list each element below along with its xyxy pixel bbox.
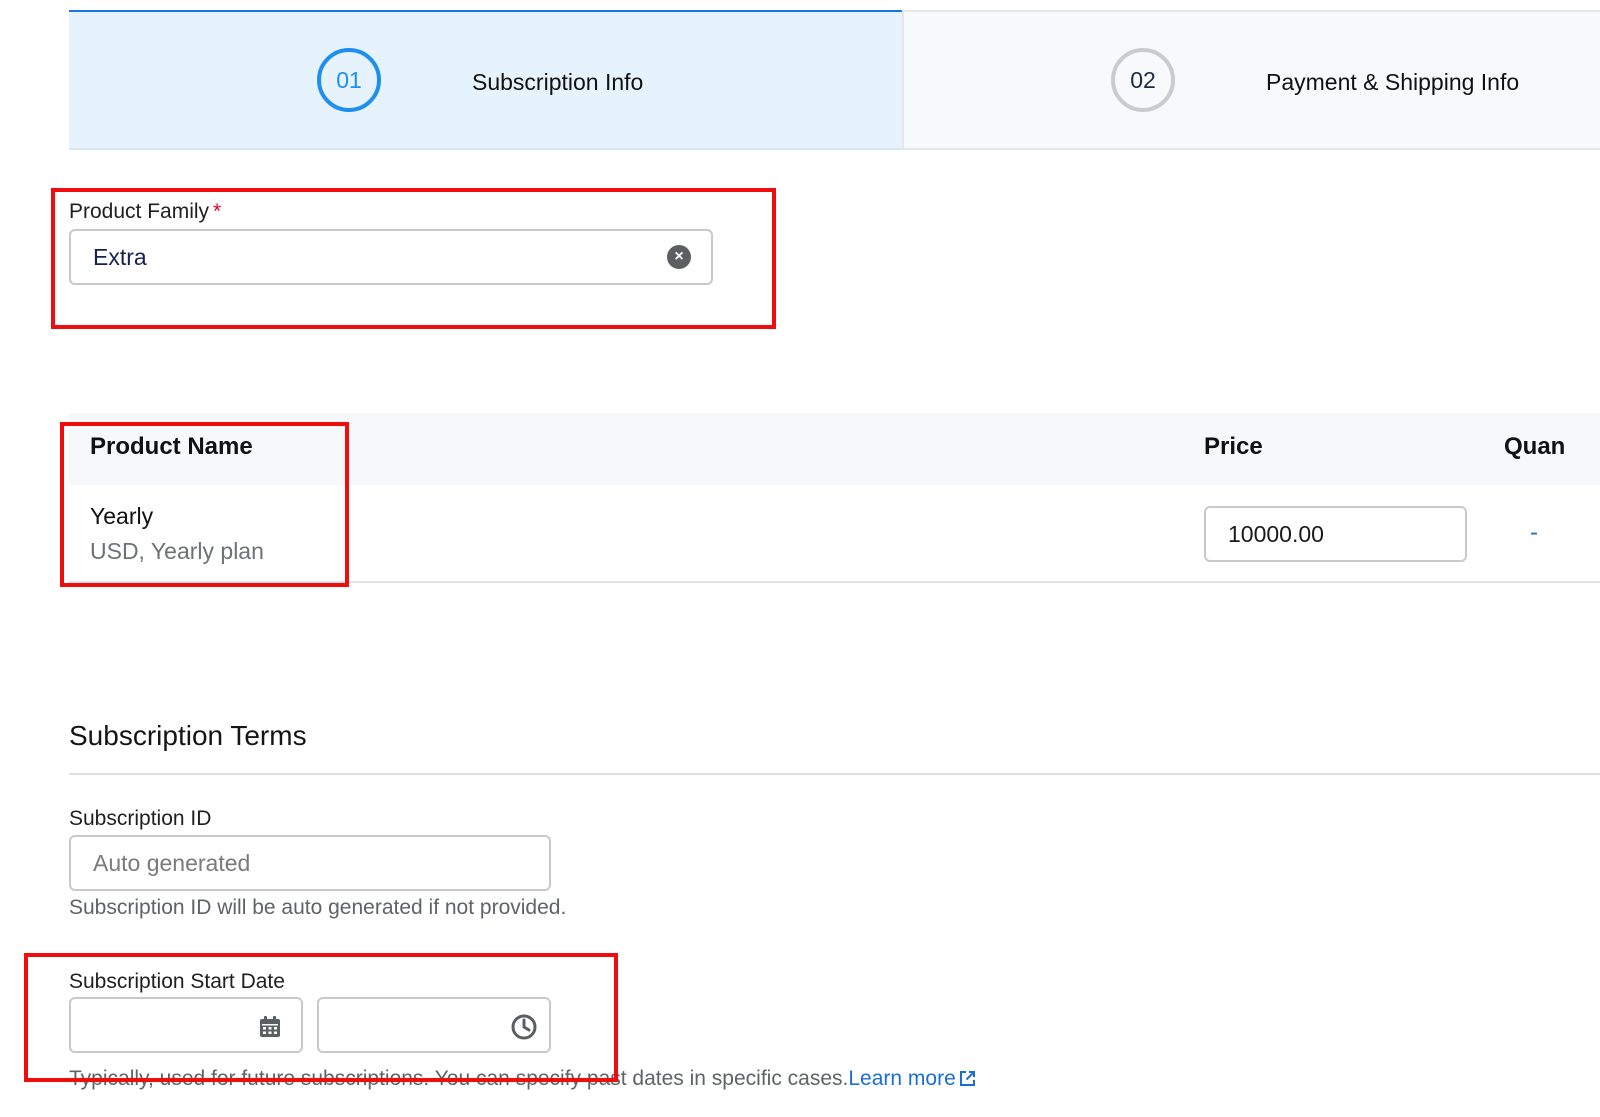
step-label: Payment & Shipping Info (1266, 69, 1520, 95)
product-family-label-text: Product Family (69, 200, 210, 223)
step-number-circle: 02 (1111, 48, 1175, 112)
column-quantity: Quan (1504, 433, 1566, 460)
step-payment-shipping-info[interactable]: 02 Payment & Shipping Info (902, 10, 1600, 150)
product-subtitle: USD, Yearly plan (90, 538, 264, 564)
step-label: Subscription Info (472, 69, 644, 95)
section-divider (69, 773, 1600, 775)
subscription-id-help: Subscription ID will be auto generated i… (69, 896, 567, 919)
required-marker: * (213, 200, 222, 223)
product-table-header: Product Name Price Quan (69, 413, 1600, 485)
subscription-id-input[interactable] (69, 835, 551, 891)
calendar-icon[interactable] (259, 1016, 281, 1038)
row-divider (69, 581, 1600, 583)
column-price: Price (1204, 433, 1263, 460)
product-family-label: Product Family * (69, 200, 221, 224)
product-name: Yearly (90, 503, 154, 529)
product-family-select[interactable]: Extra × (69, 229, 713, 285)
step-subscription-info[interactable]: 01 Subscription Info (69, 10, 902, 150)
start-date-help: Typically, used for future subscriptions… (69, 1067, 976, 1091)
price-input[interactable] (1204, 506, 1467, 562)
subscription-id-label: Subscription ID (69, 807, 212, 830)
clock-icon[interactable] (510, 1013, 538, 1041)
product-family-value: Extra (93, 243, 147, 270)
start-time-input[interactable] (317, 997, 551, 1053)
start-date-label: Subscription Start Date (69, 970, 285, 993)
column-product-name: Product Name (90, 433, 253, 460)
quantity-decrement-button[interactable]: - (1530, 519, 1538, 547)
clear-circle-icon[interactable]: × (667, 245, 691, 269)
learn-more-link[interactable]: Learn more (848, 1067, 955, 1090)
step-number: 02 (1130, 66, 1156, 93)
step-number: 01 (336, 66, 362, 93)
start-date-help-text: Typically, used for future subscriptions… (69, 1067, 849, 1090)
step-number-circle: 01 (317, 48, 381, 112)
section-title: Subscription Terms (69, 720, 307, 751)
external-link-icon[interactable] (959, 1070, 976, 1087)
start-date-input[interactable] (69, 997, 303, 1053)
